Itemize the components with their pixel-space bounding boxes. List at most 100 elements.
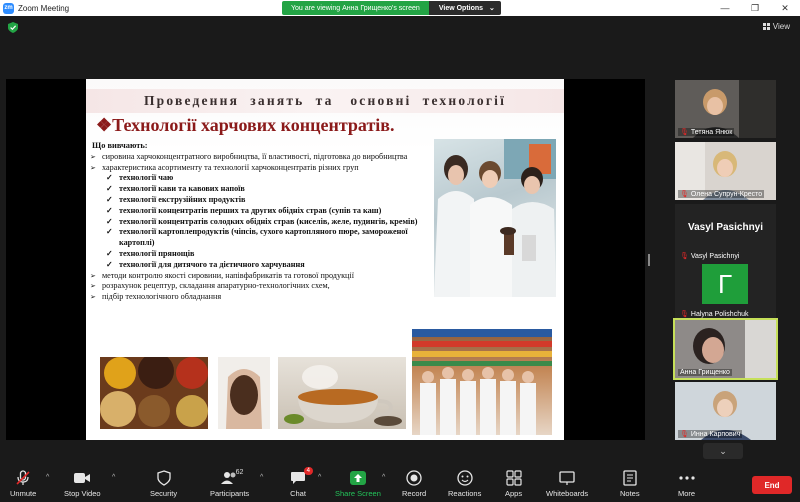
whiteboards-button[interactable]: Whiteboards: [546, 469, 588, 498]
security-button[interactable]: Security: [150, 469, 177, 498]
apps-button[interactable]: Apps: [505, 469, 522, 498]
check-item: ✓ технології кави та кавових напоїв: [106, 184, 245, 194]
record-icon: [406, 469, 422, 487]
more-dots-icon: [678, 469, 695, 487]
chat-unread-badge: 4: [303, 467, 313, 475]
participant-name: 🎙︎ Halyna Polishchuk: [680, 310, 749, 319]
participant-tile-active-speaker[interactable]: Анна Грищенко: [673, 318, 778, 380]
unmute-button[interactable]: Unmute: [10, 469, 36, 498]
window-controls: — ❐ ✕: [710, 0, 800, 16]
bullet-item: ➢ підбір технологічного обладнання: [90, 292, 222, 302]
spices-photo: [100, 357, 208, 429]
participant-name: 🎙︎ Инна Карпович: [678, 430, 743, 438]
participant-tile[interactable]: 🎙︎ Инна Карпович: [675, 382, 776, 440]
share-screen-label: Share Screen: [335, 489, 381, 498]
participants-icon: 62: [220, 469, 243, 487]
close-icon[interactable]: ✕: [770, 0, 800, 16]
participant-name: 🎙︎ Тетяна Янюк: [678, 128, 735, 136]
stop-video-button[interactable]: Stop Video: [64, 469, 101, 498]
muted-mic-icon: 🎙︎: [680, 311, 689, 318]
participants-count: 62: [235, 469, 244, 476]
participant-name: 🎙︎ Vasyl Pasichnyi: [680, 252, 740, 261]
whiteboard-icon: [559, 469, 575, 487]
muted-microphone-icon: [15, 469, 31, 487]
chevron-down-icon: ⌄: [489, 5, 495, 12]
zoom-app-icon: zm: [3, 2, 14, 14]
bullet-item: ➢ методи контролю якості сировини, напівф…: [90, 270, 354, 280]
share-options-caret[interactable]: ^: [382, 474, 385, 481]
reactions-button[interactable]: Reactions: [448, 469, 481, 498]
minimize-icon[interactable]: —: [710, 0, 740, 16]
share-screen-button[interactable]: Share Screen: [335, 469, 381, 498]
notes-label: Notes: [620, 489, 640, 498]
share-screen-icon: [349, 469, 366, 487]
participant-display-name: Vasyl Pasichnyi: [687, 222, 764, 233]
slide-lead: Що вивчають:: [92, 141, 148, 150]
chat-label: Chat: [290, 489, 306, 498]
view-label: View: [772, 22, 790, 31]
grid-view-icon: [762, 23, 770, 30]
viewing-screen-label: You are viewing Анна Грищенко's screen: [282, 1, 429, 15]
bullet-item: ➢ розрахунок рецептур, складання апаратур…: [90, 281, 330, 291]
view-options-button[interactable]: View Options ⌄: [428, 1, 501, 15]
meeting-toolbar: Unmute ^ Stop Video ^ Security 62 Partic…: [0, 466, 800, 502]
window-title: Zoom Meeting: [18, 3, 70, 13]
audio-options-caret[interactable]: ^: [46, 474, 49, 481]
record-label: Record: [402, 489, 427, 498]
participant-name: Анна Грищенко: [678, 369, 732, 376]
participant-tile[interactable]: Vasyl Pasichnyi 🎙︎ Vasyl Pasichnyi: [675, 204, 776, 262]
participants-label: Participants: [210, 489, 250, 498]
slide-body: Що вивчають: ➢ сировина харчоконцентратно…: [90, 141, 430, 303]
scroll-participants-down-button[interactable]: ⌄: [703, 443, 743, 459]
more-button[interactable]: More: [678, 469, 695, 498]
chat-options-caret[interactable]: ^: [318, 474, 321, 481]
notes-icon: [623, 469, 637, 487]
participant-name: 🎙︎ Олена Супрун-Кресто: [678, 190, 765, 198]
stop-video-label: Stop Video: [64, 489, 101, 498]
muted-mic-icon: 🎙︎: [680, 129, 689, 136]
more-label: More: [678, 489, 696, 498]
check-item: ✓ технології картоплепродуктів (чіпсів, с…: [106, 227, 408, 248]
end-meeting-button[interactable]: End: [752, 476, 792, 494]
check-item: ✓ технології для дитячого та дієтичного х…: [106, 259, 305, 269]
notes-button[interactable]: Notes: [620, 469, 640, 498]
participant-tile[interactable]: Г 🎙︎ Halyna Polishchuk: [675, 262, 776, 320]
participants-options-caret[interactable]: ^: [260, 474, 263, 481]
slide-subtitle: ❖Технології харчових концентратів.: [96, 115, 395, 135]
resize-handle[interactable]: [648, 254, 650, 266]
slide-title: Проведення занять та основні технології: [86, 89, 564, 113]
apps-grid-icon: [505, 469, 522, 487]
bullet-item: ➢ сировина харчоконцентратного виробництв…: [90, 151, 408, 161]
tea-cup-photo: [278, 357, 406, 429]
chat-bubble-icon: 4: [290, 467, 313, 487]
lab-students-photo: [434, 139, 556, 297]
bullet-item: ➢ характеристика асортименту та технологі…: [90, 162, 359, 172]
avatar: Г: [702, 264, 748, 304]
video-options-caret[interactable]: ^: [112, 474, 115, 481]
maximize-icon[interactable]: ❐: [740, 0, 770, 16]
chevron-down-icon: ⌄: [719, 445, 727, 456]
unmute-label: Unmute: [10, 489, 37, 498]
check-item: ✓ технології прянощів: [106, 248, 195, 258]
coffee-beans-photo: [218, 357, 270, 429]
participant-tile[interactable]: 🎙︎ Тетяна Янюк: [675, 80, 776, 138]
security-label: Security: [150, 489, 178, 498]
students-store-photo: [412, 329, 552, 435]
check-item: ✓ технології концентратів перших та други…: [106, 205, 382, 215]
encryption-shield-icon[interactable]: [8, 22, 18, 33]
check-item: ✓ технології чаю: [106, 173, 174, 183]
video-camera-icon: [73, 469, 91, 487]
smiley-icon: [457, 469, 473, 487]
participant-tile[interactable]: 🎙︎ Олена Супрун-Кресто: [675, 142, 776, 200]
chat-button[interactable]: 4 Chat: [290, 467, 313, 498]
apps-label: Apps: [505, 489, 523, 498]
record-button[interactable]: Record: [402, 469, 426, 498]
presentation-slide: Проведення занять та основні технології …: [86, 79, 564, 440]
participants-button[interactable]: 62 Participants: [210, 469, 249, 498]
view-button[interactable]: View: [762, 22, 790, 31]
security-shield-icon: [156, 469, 171, 487]
reactions-label: Reactions: [448, 489, 482, 498]
muted-mic-icon: 🎙︎: [680, 431, 689, 438]
whiteboards-label: Whiteboards: [546, 489, 589, 498]
view-options-label: View Options: [438, 4, 484, 12]
